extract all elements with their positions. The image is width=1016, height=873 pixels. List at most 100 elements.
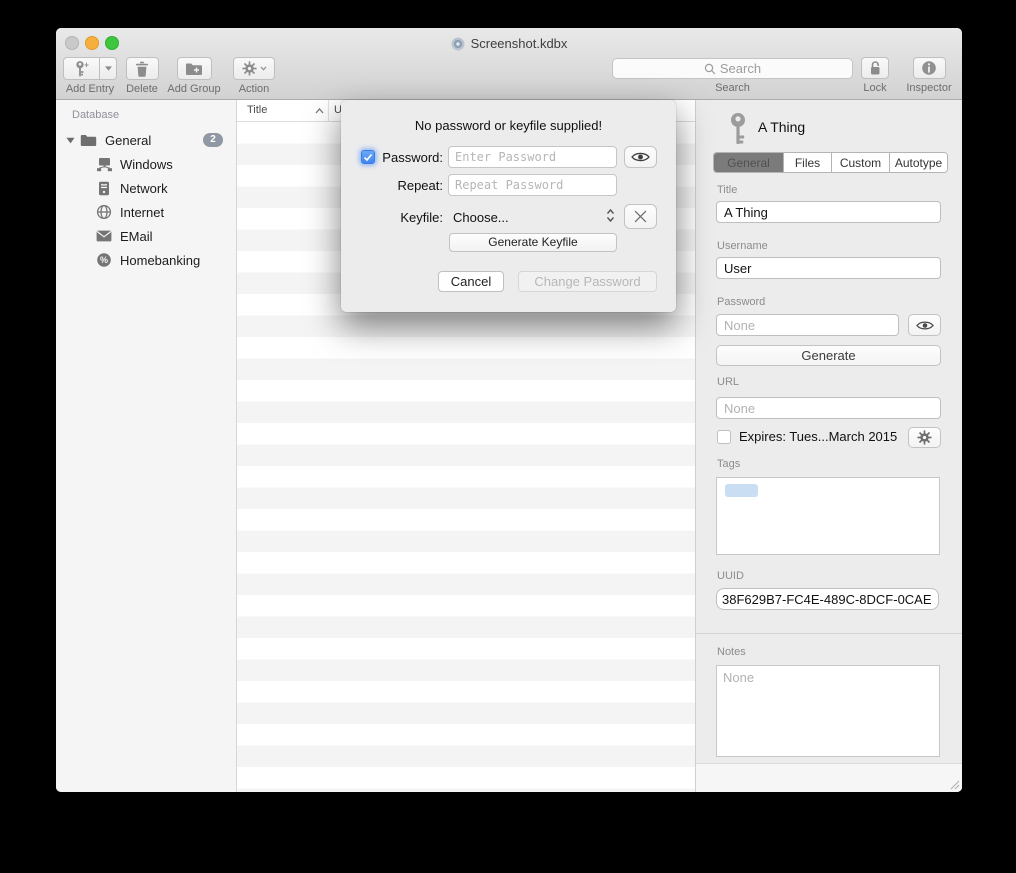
resize-grip[interactable] — [949, 779, 960, 790]
expires-settings-button[interactable] — [908, 427, 941, 448]
lock-label: Lock — [863, 82, 886, 94]
sidebar-item-label: Network — [120, 181, 168, 196]
entry-count-badge: 2 — [203, 133, 223, 147]
sidebar-item-homebanking[interactable]: % Homebanking — [56, 248, 236, 272]
keyfile-popup-button[interactable]: Choose... — [453, 210, 509, 225]
sidebar-item-email[interactable]: EMail — [56, 224, 236, 248]
svg-text:+: + — [84, 60, 89, 69]
svg-text:%: % — [100, 255, 108, 265]
key-plus-icon: + — [74, 60, 90, 77]
gear-icon — [242, 61, 257, 76]
inspector-label: Inspector — [906, 82, 951, 94]
entry-title: A Thing — [758, 119, 805, 135]
sidebar-item-label: Windows — [120, 157, 173, 172]
dialog-show-password-button[interactable] — [624, 146, 657, 168]
toolbar-item-add-entry: + Add Entry — [59, 57, 121, 95]
sidebar: Database General 2 Windows — [56, 100, 237, 792]
lock-button[interactable] — [861, 57, 889, 79]
folder-plus-icon — [185, 62, 203, 76]
tab-files[interactable]: Files — [784, 153, 832, 172]
divider — [696, 633, 962, 634]
tag-token[interactable] — [725, 484, 758, 497]
uuid-field[interactable]: 38F629B7-FC4E-489C-8DCF-0CAE — [716, 588, 939, 610]
password-field[interactable]: None — [716, 314, 899, 336]
column-header-title[interactable]: Title — [247, 104, 267, 116]
search-placeholder: Search — [720, 61, 761, 76]
sidebar-item-label: EMail — [120, 229, 153, 244]
toolbar-item-action: Action — [233, 57, 275, 95]
windows-network-icon — [96, 157, 113, 172]
toolbar-item-delete: Delete — [122, 57, 162, 95]
inspector-footer — [696, 763, 962, 792]
search-input[interactable]: Search — [612, 58, 853, 79]
enter-password-input[interactable]: Enter Password — [448, 146, 617, 168]
sidebar-item-internet[interactable]: Internet — [56, 200, 236, 224]
lock-open-icon — [868, 60, 882, 76]
uuid-label: UUID — [717, 570, 744, 582]
globe-icon — [96, 204, 112, 220]
chevron-down-icon — [260, 66, 267, 71]
tab-general[interactable]: General — [714, 153, 784, 172]
toolbar-item-inspector: Inspector — [902, 57, 956, 94]
expires-checkbox[interactable] — [717, 430, 731, 444]
add-group-label: Add Group — [167, 83, 220, 95]
generate-password-button[interactable]: Generate — [716, 345, 941, 366]
add-entry-label: Add Entry — [66, 83, 114, 95]
percent-icon: % — [96, 252, 112, 268]
title-field[interactable]: A Thing — [716, 201, 941, 223]
title-label: Title — [717, 184, 737, 196]
username-field[interactable]: User — [716, 257, 941, 279]
window-title: Screenshot.kdbx — [471, 36, 568, 51]
url-field[interactable]: None — [716, 397, 941, 419]
sidebar-item-network[interactable]: Network — [56, 176, 236, 200]
trash-icon — [135, 61, 149, 77]
delete-button[interactable] — [126, 57, 159, 80]
change-password-dialog: No password or keyfile supplied! Passwor… — [341, 100, 676, 312]
dialog-keyfile-label: Keyfile: — [343, 210, 443, 225]
sidebar-item-label: General — [105, 133, 151, 148]
titlebar-toolbar: Screenshot.kdbx + Add Entry — [56, 28, 962, 100]
dialog-repeat-label: Repeat: — [343, 178, 443, 193]
add-group-button[interactable] — [177, 57, 212, 80]
chevron-down-icon — [105, 66, 112, 71]
tags-field[interactable] — [716, 477, 940, 555]
generate-keyfile-button[interactable]: Generate Keyfile — [449, 233, 617, 252]
close-x-icon — [634, 210, 647, 223]
stepper-icon[interactable] — [606, 208, 615, 223]
username-label: Username — [717, 240, 768, 252]
eye-icon — [916, 320, 934, 331]
add-entry-dropdown-button[interactable] — [100, 57, 117, 80]
key-icon — [727, 112, 749, 146]
server-icon — [98, 181, 110, 196]
search-icon — [704, 63, 716, 75]
cancel-button[interactable]: Cancel — [438, 271, 504, 292]
password-label: Password — [717, 296, 765, 308]
show-password-button[interactable] — [908, 314, 941, 336]
sidebar-item-general[interactable]: General 2 — [56, 128, 236, 152]
disclosure-triangle-icon[interactable] — [66, 137, 75, 144]
column-divider[interactable] — [328, 100, 329, 122]
tab-custom[interactable]: Custom — [832, 153, 890, 172]
document-icon — [451, 37, 465, 51]
sidebar-item-label: Homebanking — [120, 253, 200, 268]
search-label: Search — [612, 82, 853, 94]
sort-ascending-icon — [315, 108, 324, 114]
envelope-icon — [96, 230, 112, 242]
expires-label: Expires: Tues...March 2015 — [739, 429, 897, 444]
sidebar-item-windows[interactable]: Windows — [56, 152, 236, 176]
tab-autotype[interactable]: Autotype — [890, 153, 947, 172]
clear-keyfile-button[interactable] — [624, 204, 657, 229]
dialog-message: No password or keyfile supplied! — [341, 118, 676, 133]
add-entry-button[interactable]: + — [63, 57, 100, 80]
inspector-button[interactable] — [913, 57, 946, 79]
tags-label: Tags — [717, 458, 740, 470]
info-icon — [921, 60, 937, 76]
url-label: URL — [717, 376, 739, 388]
action-label: Action — [239, 83, 270, 95]
notes-field[interactable]: None — [716, 665, 940, 757]
repeat-password-input[interactable]: Repeat Password — [448, 174, 617, 196]
notes-label: Notes — [717, 646, 746, 658]
toolbar-item-add-group: Add Group — [162, 57, 226, 95]
action-button[interactable] — [233, 57, 275, 80]
change-password-button[interactable]: Change Password — [518, 271, 657, 292]
